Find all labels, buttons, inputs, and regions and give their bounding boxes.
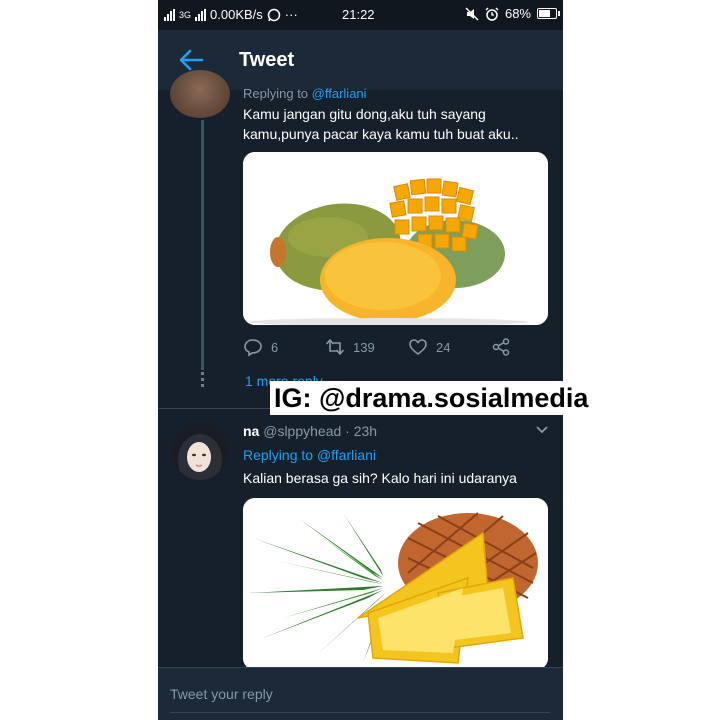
retweet-action[interactable]: 139 bbox=[325, 337, 375, 357]
mute-icon bbox=[465, 6, 479, 21]
reply-icon bbox=[244, 339, 262, 357]
status-more: ··· bbox=[284, 7, 298, 22]
like-action[interactable]: 24 bbox=[408, 337, 450, 357]
status-time: 21:22 bbox=[342, 7, 375, 22]
avatar-image bbox=[172, 424, 228, 480]
retweet-count: 139 bbox=[353, 339, 375, 355]
avatar[interactable] bbox=[170, 70, 230, 118]
thread-line bbox=[201, 120, 204, 370]
replying-handle-link[interactable]: @ffarliani bbox=[312, 86, 367, 101]
avatar[interactable] bbox=[172, 424, 228, 480]
tweet-image-pineapple[interactable] bbox=[243, 498, 548, 670]
whatsapp-icon bbox=[267, 8, 281, 21]
signal-icon-2 bbox=[195, 8, 207, 21]
replying-prefix: Replying to bbox=[243, 86, 309, 101]
like-count: 24 bbox=[436, 339, 451, 355]
retweet-icon bbox=[326, 339, 344, 355]
twitter-app-screen: 3G 0.00KB/s ··· 21:22 68% Tweet Replying… bbox=[158, 0, 563, 720]
replying-to: Replying to @ffarliani bbox=[243, 86, 367, 101]
status-bar: 3G 0.00KB/s ··· 21:22 68% bbox=[158, 0, 563, 30]
reply-action[interactable]: 6 bbox=[243, 337, 278, 357]
thread-dots bbox=[199, 372, 205, 390]
network-speed: 0.00KB/s bbox=[210, 7, 263, 22]
replying-handle-link[interactable]: @ffarliani bbox=[317, 447, 376, 463]
reply-composer: Tweet your reply bbox=[158, 667, 563, 720]
battery-icon bbox=[537, 8, 560, 19]
mango-illustration bbox=[243, 152, 548, 325]
tweet-author-row: na @slppyhead · 23h bbox=[243, 423, 377, 439]
author-handle[interactable]: @slppyhead bbox=[263, 423, 341, 439]
tweet-text: Kamu jangan gitu dong,aku tuh sayang kam… bbox=[243, 106, 519, 142]
alarm-icon bbox=[485, 6, 499, 21]
tweet-text: Kalian berasa ga sih? Kalo hari ini udar… bbox=[243, 470, 517, 486]
status-right: 68% bbox=[465, 6, 560, 21]
page-title: Tweet bbox=[239, 49, 295, 71]
back-arrow-icon[interactable] bbox=[178, 48, 204, 72]
author-name[interactable]: na bbox=[243, 423, 259, 439]
heart-icon bbox=[409, 339, 427, 356]
replying-prefix: Replying to bbox=[243, 447, 314, 463]
status-left: 3G 0.00KB/s ··· bbox=[164, 7, 298, 22]
reply-input[interactable]: Tweet your reply bbox=[170, 686, 273, 702]
chevron-down-icon[interactable] bbox=[535, 425, 549, 435]
tweet-time: · 23h bbox=[345, 423, 378, 439]
network-type: 3G bbox=[179, 9, 192, 20]
signal-icon bbox=[164, 8, 175, 21]
tweet-actions: 6 139 24 bbox=[243, 337, 548, 361]
reply-count: 6 bbox=[271, 339, 279, 355]
pineapple-illustration bbox=[243, 498, 548, 670]
reply-underline bbox=[170, 712, 550, 713]
tweet-image-mango[interactable] bbox=[243, 152, 548, 325]
replying-to: Replying to @ffarliani bbox=[243, 447, 376, 463]
share-action[interactable] bbox=[491, 337, 511, 357]
battery-percent: 68% bbox=[504, 6, 531, 21]
watermark: IG: @drama.sosialmedia bbox=[270, 381, 593, 415]
share-icon bbox=[492, 338, 510, 356]
